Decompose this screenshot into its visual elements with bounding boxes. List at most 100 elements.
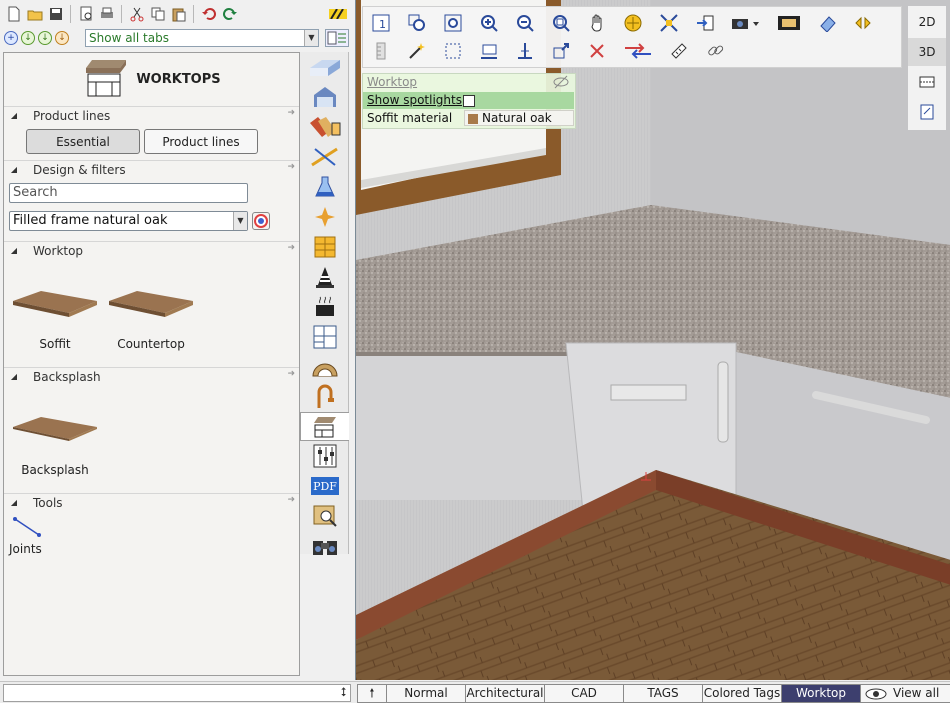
zoom-extents-icon[interactable] <box>443 13 463 33</box>
cut-icon[interactable] <box>127 4 146 23</box>
undo-icon[interactable] <box>199 4 218 23</box>
section-backsplash[interactable]: ◢ Backsplash ➜ <box>4 367 299 385</box>
essential-button[interactable]: Essential <box>26 129 140 154</box>
dimensions-category-icon[interactable] <box>300 142 349 172</box>
ruler-vertical-icon[interactable] <box>371 41 391 61</box>
transfer-icon[interactable] <box>623 41 653 61</box>
decor-category-icon[interactable] <box>300 202 349 232</box>
tab-architectural[interactable]: Architectural <box>466 684 545 703</box>
notes-icon[interactable] <box>908 98 946 126</box>
collapse-triangle-icon[interactable]: ◢ <box>4 372 24 381</box>
tab-tags[interactable]: TAGS <box>624 684 703 703</box>
show-spotlights-row[interactable]: Show spotlights <box>363 92 574 109</box>
camera-dropdown-icon[interactable] <box>731 13 761 33</box>
section-worktop[interactable]: ◢ Worktop ➜ <box>4 241 299 259</box>
color-wheel-icon[interactable] <box>252 212 270 230</box>
section-design-filters[interactable]: ◢ Design & filters ➜ <box>4 160 299 178</box>
arrow-right-icon[interactable]: ➜ <box>287 495 295 505</box>
print-preview-icon[interactable] <box>76 4 95 23</box>
redo-icon[interactable] <box>220 4 239 23</box>
2d-view-button[interactable]: 2D <box>908 8 946 36</box>
zoom-selection-icon[interactable] <box>551 13 571 33</box>
search-input[interactable]: Search <box>9 183 248 203</box>
settings-sliders-icon[interactable] <box>300 441 349 471</box>
save-icon[interactable] <box>46 4 65 23</box>
copy-icon[interactable] <box>148 4 167 23</box>
collapse-triangle-icon[interactable]: ◢ <box>4 246 24 255</box>
select-area-icon[interactable] <box>443 41 463 61</box>
move-down-icon[interactable]: ↓ <box>21 31 35 45</box>
pan-hand-icon[interactable] <box>587 13 607 33</box>
annotation-icon[interactable] <box>479 41 499 61</box>
collapse-triangle-icon[interactable]: ◢ <box>4 498 24 507</box>
eraser-icon[interactable] <box>817 13 837 33</box>
binoculars-icon[interactable] <box>300 531 349 561</box>
export-icon[interactable] <box>695 13 715 33</box>
finish-select[interactable]: Filled frame natural oak ▼ <box>9 211 248 231</box>
move-down-green-icon[interactable]: ↓ <box>38 31 52 45</box>
measure-tape-icon[interactable] <box>669 41 689 61</box>
arrow-right-icon[interactable]: ➜ <box>287 369 295 379</box>
zoom-out-icon[interactable] <box>515 13 535 33</box>
flask-category-icon[interactable] <box>300 172 349 202</box>
zoom-in-icon[interactable] <box>479 13 499 33</box>
tab-cad[interactable]: CAD <box>545 684 624 703</box>
magic-wand-icon[interactable] <box>407 41 427 61</box>
section-product-lines[interactable]: ◢ Product lines ➜ <box>4 106 299 124</box>
mirror-icon[interactable] <box>853 13 873 33</box>
product-lines-button[interactable]: Product lines <box>144 129 258 154</box>
zoom-window-icon[interactable] <box>407 13 427 33</box>
arch-category-icon[interactable] <box>300 352 349 382</box>
open-folder-icon[interactable] <box>25 4 44 23</box>
catalog-item-countertop[interactable]: Countertop <box>105 259 197 359</box>
house-category-icon[interactable] <box>300 82 349 112</box>
catalog-item-backsplash[interactable]: Backsplash <box>9 385 101 485</box>
soffit-material-value[interactable]: Natural oak <box>464 110 574 126</box>
add-tab-icon[interactable]: + <box>4 31 18 45</box>
walls-category-icon[interactable] <box>300 52 349 82</box>
arrow-right-icon[interactable]: ➜ <box>287 108 295 118</box>
pdf-icon[interactable]: PDF <box>300 471 349 501</box>
print-icon[interactable] <box>97 4 116 23</box>
cabinets-category-icon[interactable] <box>300 322 349 352</box>
materials-category-icon[interactable] <box>300 112 349 142</box>
orbit-icon[interactable] <box>623 13 643 33</box>
arrow-right-icon[interactable]: ➜ <box>287 162 295 172</box>
arrow-right-icon[interactable]: ➜ <box>287 243 295 253</box>
catalog-item-soffit[interactable]: Soffit <box>9 259 101 359</box>
tab-list-icon[interactable] <box>325 29 349 47</box>
new-file-icon[interactable] <box>4 4 23 23</box>
tab-view-all[interactable]: View all <box>861 684 950 703</box>
film-strip-icon[interactable] <box>777 13 801 33</box>
command-input[interactable]: ⭥ <box>3 684 351 702</box>
up-arrow-icon[interactable]: 🠕 <box>357 684 387 703</box>
show-spotlights-checkbox[interactable] <box>463 95 475 107</box>
tab-filter-select[interactable]: Show all tabs ▼ <box>85 29 319 47</box>
3d-view-button[interactable]: 3D <box>908 38 946 66</box>
resize-icon[interactable] <box>551 41 571 61</box>
tab-normal[interactable]: Normal <box>387 684 466 703</box>
section-cut-icon[interactable] <box>908 68 946 96</box>
cooking-category-icon[interactable] <box>300 292 349 322</box>
tab-worktop[interactable]: Worktop <box>782 684 861 703</box>
faucet-category-icon[interactable] <box>300 382 349 412</box>
storage-category-icon[interactable] <box>300 232 349 262</box>
section-tools[interactable]: ◢ Tools ➜ <box>4 493 299 511</box>
cone-category-icon[interactable] <box>300 262 349 292</box>
chevron-down-icon[interactable]: ▼ <box>304 30 318 46</box>
chevron-down-icon[interactable]: ▼ <box>233 212 247 230</box>
dimension-tool-icon[interactable] <box>515 41 535 61</box>
image-search-icon[interactable] <box>300 501 349 531</box>
warning-stripe-icon[interactable] <box>327 4 349 23</box>
collapse-triangle-icon[interactable]: ◢ <box>4 111 24 120</box>
collapse-triangle-icon[interactable]: ◢ <box>4 165 24 174</box>
worktops-category-icon[interactable] <box>300 412 349 441</box>
paste-icon[interactable] <box>169 4 188 23</box>
fit-all-icon[interactable] <box>659 13 679 33</box>
zoom-one-icon[interactable]: 1 <box>371 13 391 33</box>
tool-item-joints[interactable]: Joints <box>9 515 49 559</box>
move-down-orange-icon[interactable]: ↓ <box>55 31 69 45</box>
resize-handle-icon[interactable]: ⭥ <box>341 685 347 700</box>
link-icon[interactable] <box>705 41 725 61</box>
delete-icon[interactable] <box>587 41 607 61</box>
